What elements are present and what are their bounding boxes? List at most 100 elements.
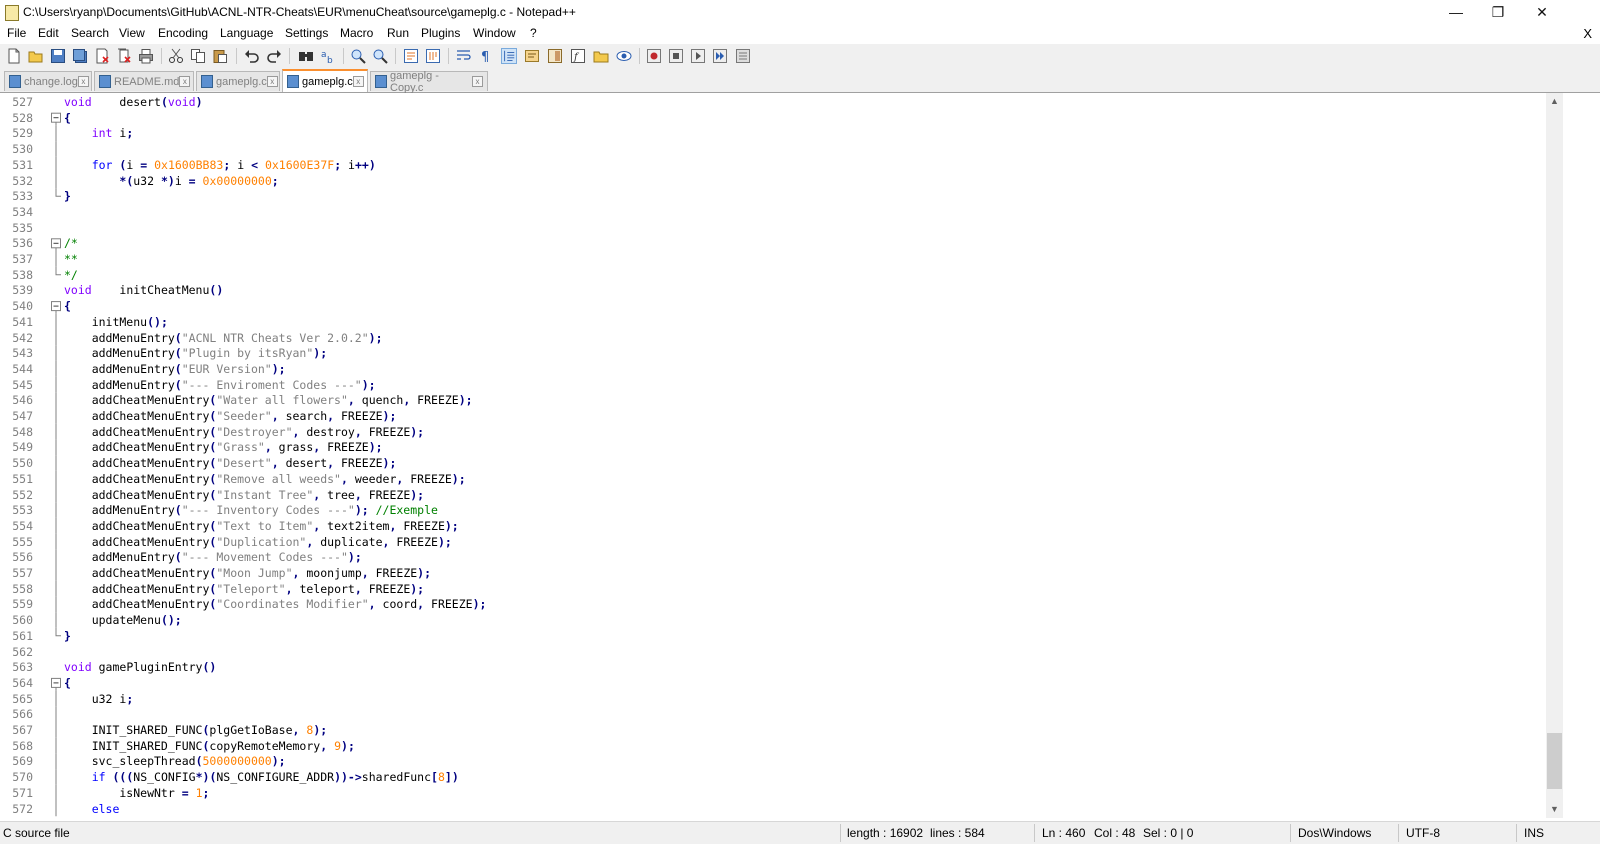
code-line[interactable]: 538 */ — [0, 267, 1546, 283]
code-line[interactable]: 555 addCheatMenuEntry("Duplication", dup… — [0, 534, 1546, 550]
sync-h-icon[interactable] — [425, 48, 441, 64]
record-macro-icon[interactable] — [646, 48, 662, 64]
code-line[interactable]: 540 { — [0, 298, 1546, 314]
code-editor[interactable]: 527 void desert(void) 528{529 int i; 530 531… — [0, 93, 1546, 818]
save-macro-icon[interactable] — [735, 48, 751, 64]
code-line[interactable]: 554 addCheatMenuEntry("Text to Item", te… — [0, 518, 1546, 534]
code-line[interactable]: 543 addMenuEntry("Plugin by itsRyan"); — [0, 345, 1546, 361]
close-icon[interactable] — [94, 48, 110, 64]
code-line[interactable]: 531 for (i = 0x1600BB83; i < 0x1600E37F;… — [0, 157, 1546, 173]
play-macro-icon[interactable] — [690, 48, 706, 64]
code-line[interactable]: 560 updateMenu(); — [0, 612, 1546, 628]
redo-icon[interactable] — [266, 48, 282, 64]
code-line[interactable]: 571 isNewNtr = 1; — [0, 785, 1546, 801]
code-line[interactable]: 558 addCheatMenuEntry("Teleport", telepo… — [0, 581, 1546, 597]
run-macro-multiple-icon[interactable] — [712, 48, 728, 64]
code-line[interactable]: 549 addCheatMenuEntry("Grass", grass, FR… — [0, 439, 1546, 455]
code-line[interactable]: 567 INIT_SHARED_FUNC(plgGetIoBase, 8); — [0, 722, 1546, 738]
code-line[interactable]: 544 addMenuEntry("EUR Version"); — [0, 361, 1546, 377]
code-line[interactable]: 547 addCheatMenuEntry("Seeder", search, … — [0, 408, 1546, 424]
word-wrap-icon[interactable] — [456, 48, 472, 64]
code-line[interactable]: 550 addCheatMenuEntry("Desert", desert, … — [0, 455, 1546, 471]
scroll-up-arrow-icon[interactable]: ▲ — [1546, 93, 1563, 110]
close-document-button[interactable]: X — [1583, 26, 1592, 41]
code-line[interactable]: 541 initMenu(); — [0, 314, 1546, 330]
restore-button[interactable]: ❐ — [1478, 0, 1518, 24]
menu-edit[interactable]: Edit — [38, 26, 59, 40]
stop-macro-icon[interactable] — [668, 48, 684, 64]
code-line[interactable]: 535 — [0, 220, 1546, 236]
code-line[interactable]: 534 — [0, 204, 1546, 220]
function-list-icon[interactable]: f — [570, 48, 586, 64]
folder-workspace-icon[interactable] — [593, 48, 609, 64]
menu-encoding[interactable]: Encoding — [158, 26, 208, 40]
tab-close-icon[interactable]: x — [179, 76, 191, 87]
status-encoding[interactable]: UTF-8 — [1406, 826, 1440, 840]
menu-view[interactable]: View — [119, 26, 145, 40]
code-line[interactable]: 565 u32 i; — [0, 691, 1546, 707]
code-line[interactable]: 546 addCheatMenuEntry("Water all flowers… — [0, 392, 1546, 408]
paste-icon[interactable] — [212, 48, 228, 64]
vertical-scrollbar[interactable]: ▲ ▼ — [1546, 93, 1563, 818]
tab-change-log[interactable]: change.log x — [4, 71, 92, 91]
code-line[interactable]: 536 /* — [0, 235, 1546, 251]
code-line[interactable]: 569 svc_sleepThread(5000000000); — [0, 753, 1546, 769]
print-icon[interactable] — [138, 48, 154, 64]
undo-icon[interactable] — [244, 48, 260, 64]
scrollbar-thumb[interactable] — [1547, 733, 1562, 789]
menu-language[interactable]: Language — [220, 26, 273, 40]
minimize-button[interactable]: — — [1436, 0, 1476, 24]
close-all-icon[interactable] — [116, 48, 132, 64]
code-line[interactable]: 570 if (((NS_CONFIG*)(NS_CONFIGURE_ADDR)… — [0, 769, 1546, 785]
open-file-icon[interactable] — [28, 48, 44, 64]
code-line[interactable]: 529 int i; — [0, 125, 1546, 141]
tab-gameplg-active[interactable]: gameplg.c x — [282, 69, 368, 92]
code-line[interactable]: 539 void initCheatMenu() — [0, 282, 1546, 298]
code-line[interactable]: 557 addCheatMenuEntry("Moon Jump", moonj… — [0, 565, 1546, 581]
save-icon[interactable] — [50, 48, 66, 64]
code-line[interactable]: 561} — [0, 628, 1546, 644]
code-line[interactable]: 528 { — [0, 110, 1546, 126]
code-line[interactable]: 572 else — [0, 801, 1546, 817]
scroll-down-arrow-icon[interactable]: ▼ — [1546, 801, 1563, 818]
menu-file[interactable]: File — [7, 26, 26, 40]
code-line[interactable]: 553 addMenuEntry("--- Inventory Codes --… — [0, 502, 1546, 518]
code-line[interactable]: 527 void desert(void) — [0, 94, 1546, 110]
tab-close-icon[interactable]: x — [77, 76, 89, 87]
menu-help[interactable]: ? — [530, 26, 537, 40]
code-line[interactable]: 559 addCheatMenuEntry("Coordinates Modif… — [0, 596, 1546, 612]
tab-readme[interactable]: README.md x — [94, 71, 194, 91]
code-line[interactable]: 568 INIT_SHARED_FUNC(copyRemoteMemory, 9… — [0, 738, 1546, 754]
udl-icon[interactable] — [524, 48, 540, 64]
new-file-icon[interactable] — [6, 48, 22, 64]
code-line[interactable]: 566 — [0, 706, 1546, 722]
code-line[interactable]: 556 addMenuEntry("--- Movement Codes ---… — [0, 549, 1546, 565]
code-line[interactable]: 537 ** — [0, 251, 1546, 267]
menu-window[interactable]: Window — [473, 26, 516, 40]
menu-macro[interactable]: Macro — [340, 26, 373, 40]
code-line[interactable]: 533} — [0, 188, 1546, 204]
tab-close-icon[interactable]: x — [352, 76, 364, 87]
code-line[interactable]: 552 addCheatMenuEntry("Instant Tree", tr… — [0, 487, 1546, 503]
tab-close-icon[interactable]: x — [472, 76, 483, 87]
find-icon[interactable] — [298, 48, 314, 64]
menu-search[interactable]: Search — [71, 26, 109, 40]
zoom-out-icon[interactable] — [372, 48, 388, 64]
status-eol[interactable]: Dos\Windows — [1298, 826, 1371, 840]
copy-icon[interactable] — [190, 48, 206, 64]
code-line[interactable]: 530 — [0, 141, 1546, 157]
tab-gameplg-copy[interactable]: gameplg - Copy.c x — [370, 70, 488, 94]
code-line[interactable]: 532 *(u32 *)i = 0x00000000; — [0, 173, 1546, 189]
code-line[interactable]: 551 addCheatMenuEntry("Remove all weeds"… — [0, 471, 1546, 487]
tab-close-icon[interactable]: x — [266, 76, 278, 87]
indent-guide-icon[interactable] — [501, 48, 517, 64]
menu-plugins[interactable]: Plugins — [421, 26, 460, 40]
replace-icon[interactable]: ab — [320, 48, 336, 64]
sync-v-icon[interactable] — [403, 48, 419, 64]
show-all-chars-icon[interactable]: ¶ — [478, 48, 494, 64]
code-line[interactable]: 542 addMenuEntry("ACNL NTR Cheats Ver 2.… — [0, 330, 1546, 346]
tab-gameplg-1[interactable]: gameplg.c x — [196, 71, 280, 91]
monitor-icon[interactable] — [616, 48, 632, 64]
code-line[interactable]: 564 { — [0, 675, 1546, 691]
code-line[interactable]: 545 addMenuEntry("--- Enviroment Codes -… — [0, 377, 1546, 393]
